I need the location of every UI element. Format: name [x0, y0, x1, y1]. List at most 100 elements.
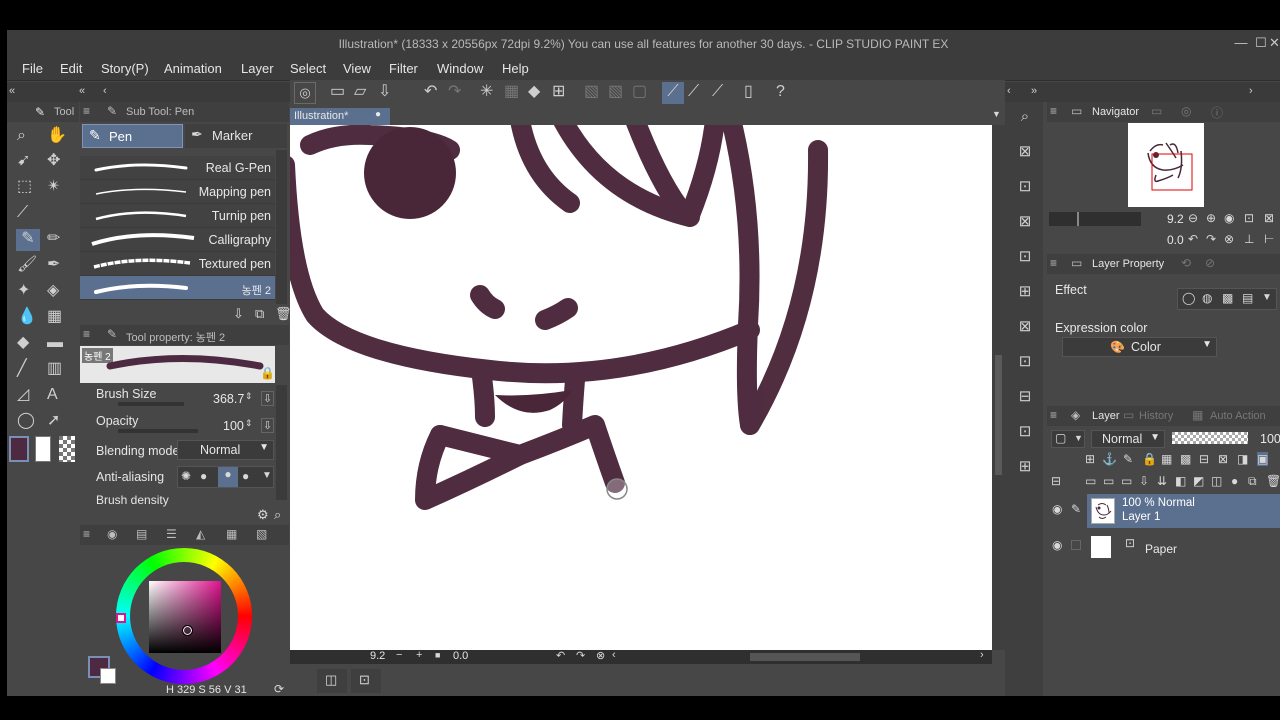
eyedropper-tool-icon[interactable]: ⟋	[17, 203, 28, 223]
menu-select[interactable]: Select	[290, 61, 326, 76]
brush-mapping-pen[interactable]: Mapping pen	[80, 180, 275, 204]
close-tab-icon[interactable]: ●	[375, 109, 381, 120]
saturation-value-square[interactable]	[149, 581, 221, 653]
layer-color-toggle[interactable]: ▢ ▼	[1051, 430, 1085, 448]
material-icon[interactable]: ⊞	[1008, 452, 1042, 482]
panel-menu-icon[interactable]: ≡	[83, 104, 90, 118]
ruler-icon[interactable]: ⊠	[1218, 452, 1228, 466]
brush-list-scrollbar[interactable]	[276, 150, 287, 304]
menu-animation[interactable]: Animation	[164, 61, 222, 76]
chevron-right-icon[interactable]: ›	[1249, 81, 1253, 101]
ruler-tool-icon[interactable]: ◿	[17, 385, 29, 405]
minimize-button[interactable]: —	[1233, 35, 1249, 51]
new-file-icon[interactable]: ▭	[330, 82, 345, 102]
rotation-value[interactable]: 0.0	[453, 650, 468, 662]
open-file-icon[interactable]: ▱	[354, 82, 366, 102]
mask-create-icon[interactable]: ◧	[1175, 474, 1186, 488]
brush-calligraphy[interactable]: Calligraphy	[80, 228, 275, 252]
aa-medium-icon[interactable]: ●	[218, 467, 238, 487]
zoom-tool-icon[interactable]: ⌕	[17, 126, 26, 146]
color-mode-icon[interactable]: ⟳	[274, 682, 284, 696]
brush-size-value[interactable]: 368.7	[213, 392, 244, 406]
maximize-button[interactable]: ☐	[1253, 35, 1269, 51]
delete-layer-icon[interactable]: 🗑	[1266, 474, 1280, 488]
navigator-zoom-value[interactable]: 9.2	[1167, 212, 1184, 226]
snap-grid-icon[interactable]: ⟋	[712, 82, 723, 102]
fill-icon[interactable]: ◆	[528, 82, 540, 102]
stepper-icon[interactable]: ⇕	[245, 391, 253, 402]
tab-marker[interactable]: ✒ Marker	[185, 124, 287, 148]
pressure-settings-icon[interactable]: ⇩	[261, 391, 275, 406]
anti-aliasing-selector[interactable]: ✺ ● ● ● ▼	[177, 466, 274, 488]
aa-none-icon[interactable]: ✺	[181, 469, 191, 483]
opacity-value[interactable]: 100	[223, 419, 244, 433]
main-color-swatch[interactable]	[9, 436, 29, 462]
menu-layer[interactable]: Layer	[241, 61, 274, 76]
new-vector-layer-icon[interactable]: ▭	[1103, 474, 1114, 488]
lock-icon[interactable]: 🔒	[260, 366, 275, 380]
material-icon[interactable]: ⊡	[1008, 242, 1042, 272]
item-bank-tab-icon[interactable]: ◎	[1181, 104, 1191, 118]
zoom-value[interactable]: 9.2	[370, 650, 385, 662]
tab-layer[interactable]: Layer	[1092, 410, 1120, 422]
navigator-zoom-slider[interactable]	[1049, 212, 1141, 226]
panel-menu-icon[interactable]: ≡	[1050, 256, 1057, 270]
sub-color-swatch[interactable]	[100, 668, 116, 684]
aa-strong-icon[interactable]: ●	[242, 469, 249, 483]
brush-real-g-pen[interactable]: Real G-Pen	[80, 156, 275, 180]
navigator-preview[interactable]	[1128, 123, 1204, 207]
collapse-icon[interactable]: «	[79, 81, 85, 101]
layer-row-paper[interactable]: ⊡ Paper	[1087, 530, 1280, 564]
brush-tool-icon[interactable]: 🖌	[17, 255, 37, 275]
lock-transparent-icon[interactable]: ▦	[1161, 452, 1172, 466]
flip-horizontal-icon[interactable]: ⊥	[1244, 232, 1254, 246]
eraser-tool-icon[interactable]: ◈	[47, 281, 59, 301]
undo-icon[interactable]: ↶	[424, 82, 437, 102]
material-icon[interactable]: ⊞	[1008, 277, 1042, 307]
stepper-icon[interactable]: ⇕	[245, 418, 253, 429]
tab-illustration[interactable]: Illustration* ●	[290, 108, 390, 125]
canvas-horizontal-scrollbar-thumb[interactable]	[750, 653, 860, 661]
clip-studio-icon[interactable]: ◎	[294, 82, 316, 104]
aa-weak-icon[interactable]: ●	[200, 469, 207, 483]
mask-icon[interactable]: ▩	[1180, 452, 1191, 466]
clip-icon[interactable]: ⊞	[1085, 452, 1095, 466]
flip-vertical-icon[interactable]: ⊢	[1264, 232, 1274, 246]
text-tool-icon[interactable]: A	[47, 385, 58, 405]
correct-line-tool-icon[interactable]: ➚	[47, 411, 60, 431]
material-icon[interactable]: ⊟	[1008, 382, 1042, 412]
zoom-in-icon[interactable]: +	[416, 649, 422, 661]
layer-list-view-icon[interactable]: ⊟	[1051, 474, 1061, 488]
canvas-vertical-scrollbar[interactable]	[992, 125, 1005, 650]
redo-icon[interactable]: ↷	[448, 82, 461, 102]
airbrush-tool-icon[interactable]: ✒	[47, 255, 60, 275]
new-sub-tool-icon[interactable]: ⇩	[233, 306, 244, 322]
search-icon[interactable]: ⌕	[1008, 102, 1042, 132]
info-tab-icon[interactable]: ⓘ	[1211, 104, 1223, 121]
lock-icon[interactable]: 🔒	[1142, 452, 1157, 466]
pencil-tool-icon[interactable]: ✏	[47, 229, 60, 249]
tab-history[interactable]: History	[1139, 410, 1173, 422]
hand-tool-icon[interactable]: ✋	[47, 126, 67, 146]
rotate-left-icon[interactable]: ↶	[1188, 232, 1198, 246]
menu-story[interactable]: Story(P)	[101, 61, 149, 76]
intermediate-color-tab-icon[interactable]: ◭	[196, 527, 205, 541]
reference-layer-icon[interactable]: ⚓	[1102, 452, 1117, 466]
tab-icon[interactable]: ⟲	[1181, 256, 1191, 270]
color-slider-tab-icon[interactable]: ☰	[166, 527, 177, 541]
material-icon[interactable]: ⊠	[1008, 207, 1042, 237]
apply-mask-icon[interactable]: ◩	[1193, 474, 1204, 488]
slider-handle[interactable]	[1077, 212, 1079, 226]
expand-right-icon[interactable]: »	[1031, 81, 1037, 101]
sv-picker-handle[interactable]	[182, 625, 193, 636]
draft-layer-icon[interactable]: ✎	[1123, 452, 1133, 466]
color-wheel-tab-icon[interactable]: ◉	[107, 527, 117, 541]
layer-mode-icon[interactable]: ⊟	[1199, 452, 1209, 466]
brush-custom-selected[interactable]: 농펜 2	[80, 276, 275, 300]
blend-tool-icon[interactable]: 💧	[17, 307, 37, 327]
new-raster-layer-icon[interactable]: ▭	[1085, 474, 1096, 488]
deselect-icon[interactable]: ▧	[584, 82, 599, 102]
opacity-settings-icon[interactable]: ⇩	[261, 418, 275, 433]
balloon-tool-icon[interactable]: ◯	[17, 411, 35, 431]
material-icon[interactable]: ⊠	[1008, 137, 1042, 167]
